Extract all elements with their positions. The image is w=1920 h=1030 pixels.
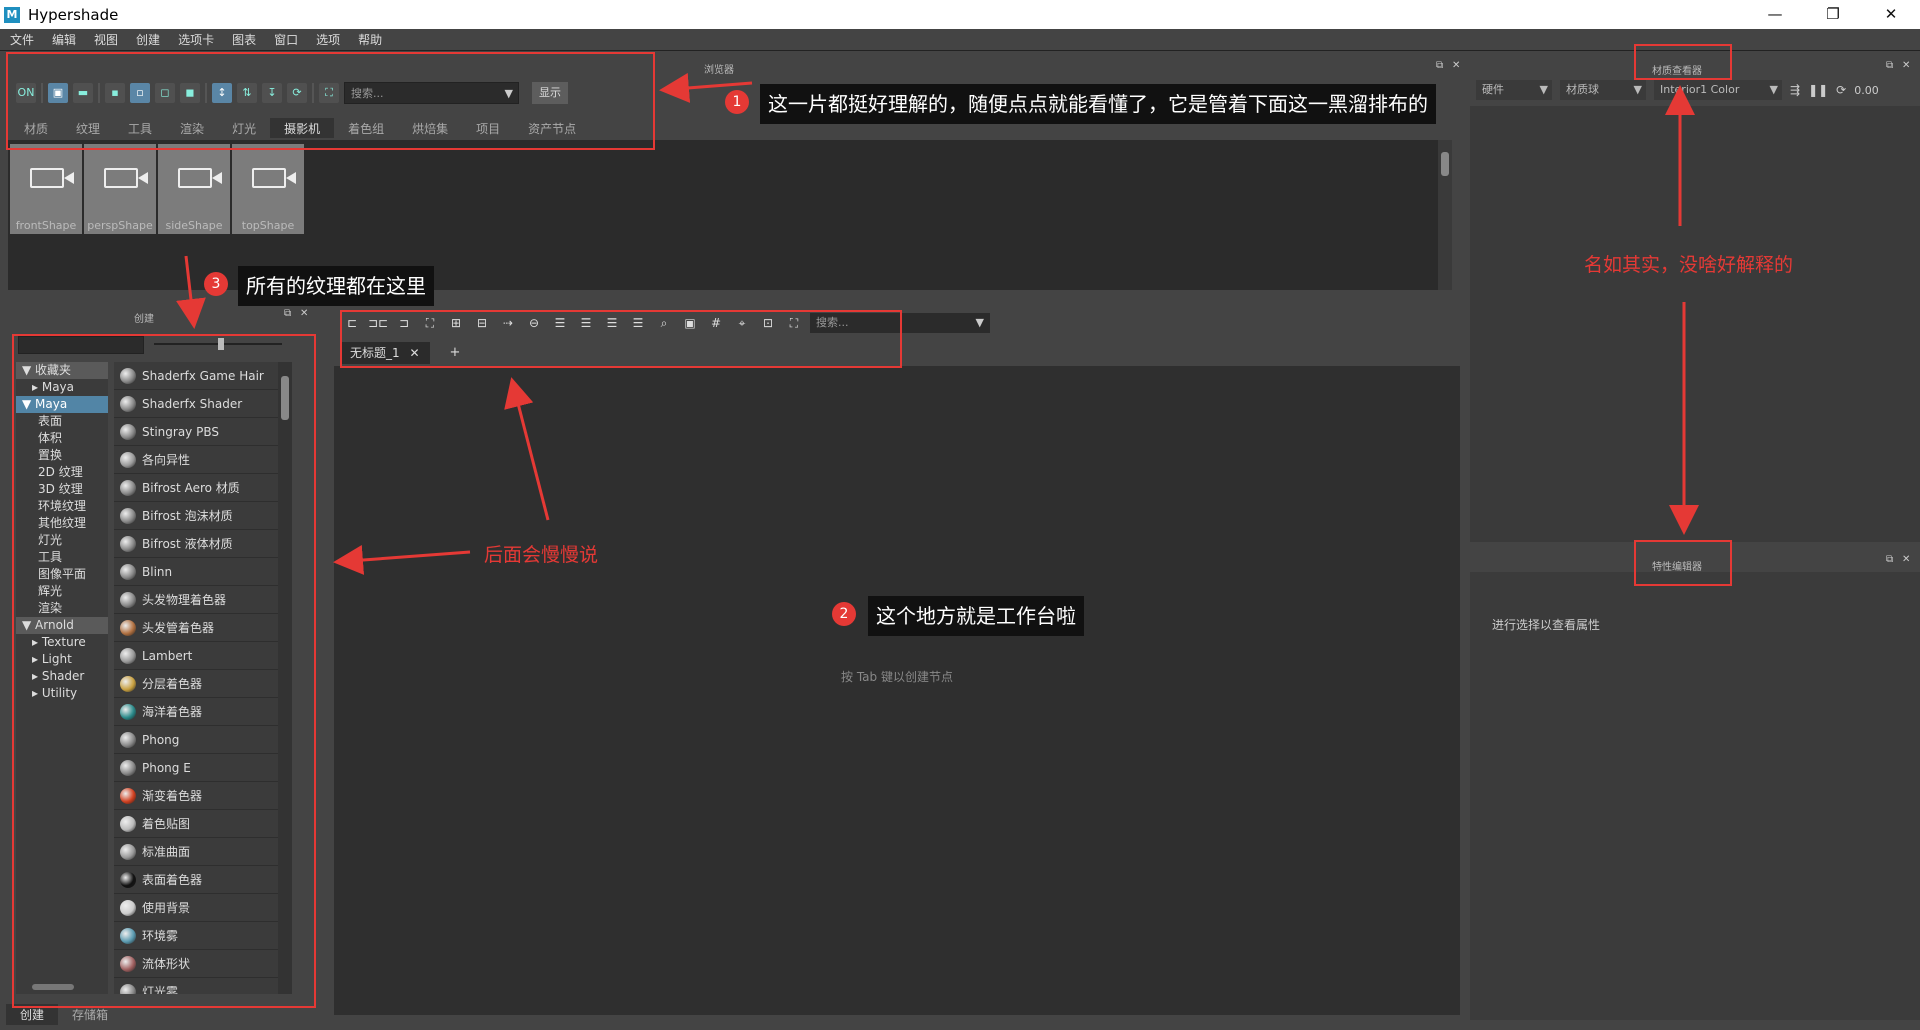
menu-options[interactable]: 选项 — [306, 31, 348, 48]
renderer-dropdown[interactable]: 硬件 ▼ — [1476, 80, 1552, 100]
annotation-badge-1: 1 — [725, 90, 749, 114]
float-panel-icon[interactable]: ⧉ — [1886, 554, 1893, 565]
environment-value: Interior1 Color — [1660, 83, 1740, 96]
chevron-down-icon: ▼ — [1539, 83, 1548, 96]
shape-dropdown[interactable]: 材质球 ▼ — [1560, 80, 1646, 100]
attribute-editor-panel: 特性编辑器 ⧉ ✕ 进行选择以查看属性 — [1470, 550, 1920, 1020]
pause-icon[interactable]: ❚❚ — [1808, 83, 1828, 97]
camera-icon — [252, 168, 286, 188]
annotation-badge-3: 3 — [204, 272, 228, 296]
camera-icon — [30, 168, 64, 188]
annotation-self-explanatory: 名如其实，没啥好解释的 — [1584, 254, 1794, 276]
annotation-box-browser-toolbar — [6, 52, 655, 150]
camera-item-front[interactable]: frontShape — [10, 144, 82, 234]
camera-label: topShape — [241, 219, 295, 232]
maya-app-icon: M — [4, 6, 20, 23]
annotation-note-2: 这个地方就是工作台啦 — [868, 596, 1084, 636]
browser-panel-title: 浏览器 — [704, 65, 734, 76]
camera-label: sideShape — [165, 219, 223, 232]
close-panel-icon[interactable]: ✕ — [1902, 554, 1910, 565]
minimize-button[interactable]: — — [1746, 0, 1804, 29]
create-node-hint: 按 Tab 键以创建节点 — [841, 670, 953, 684]
menu-file[interactable]: 文件 — [0, 31, 42, 48]
menu-edit[interactable]: 编辑 — [42, 31, 84, 48]
close-panel-icon[interactable]: ✕ — [1902, 60, 1910, 71]
workspace-panel: ⊏ ⊐⊏ ⊐ ⛶ ⊞ ⊟ ⇢ ⊖ ☰ ☰ ☰ ☰ ⌕ ▣ # ⌖ ⊡ ⛶ 搜索.… — [330, 300, 1470, 1015]
refresh-icon[interactable]: ⟳ — [1836, 83, 1846, 97]
annotation-box-create-panel — [12, 334, 316, 1008]
camera-item-side[interactable]: sideShape — [158, 144, 230, 234]
camera-label: perspShape — [87, 219, 153, 232]
chevron-down-icon: ▼ — [1769, 83, 1778, 96]
camera-icon — [178, 168, 212, 188]
annotation-box-material-viewer — [1634, 44, 1732, 80]
render-settings-icon[interactable]: ⇶ — [1790, 83, 1800, 97]
menu-bar: 文件 编辑 视图 创建 选项卡 图表 窗口 选项 帮助 — [0, 29, 1920, 51]
menu-tabs[interactable]: 选项卡 — [168, 31, 222, 48]
float-panel-icon[interactable]: ⧉ — [1886, 60, 1893, 71]
annotation-box-attribute-editor — [1634, 540, 1732, 586]
browser-content-area: frontShape perspShape sideShape topShape — [8, 140, 1452, 290]
environment-dropdown[interactable]: Interior1 Color ▼ — [1654, 80, 1782, 100]
shape-value: 材质球 — [1566, 83, 1599, 96]
material-viewer-toolbar: 硬件 ▼ 材质球 ▼ Interior1 Color ▼ ⇶ ❚❚ ⟳ 0.00 — [1476, 80, 1879, 100]
camera-icon — [104, 168, 138, 188]
renderer-value: 硬件 — [1482, 83, 1504, 96]
attribute-editor-body: 进行选择以查看属性 — [1470, 572, 1920, 1020]
annotation-note-3: 所有的纹理都在这里 — [238, 266, 434, 306]
menu-help[interactable]: 帮助 — [348, 31, 390, 48]
camera-grid: frontShape perspShape sideShape topShape — [10, 144, 304, 234]
float-panel-icon[interactable]: ⧉ — [1436, 60, 1443, 71]
chevron-down-icon[interactable]: ▼ — [976, 313, 984, 333]
menu-window[interactable]: 窗口 — [264, 31, 306, 48]
create-panel-title: 创建 — [134, 314, 154, 325]
annotation-badge-2: 2 — [832, 602, 856, 626]
restore-button[interactable]: ❐ — [1804, 0, 1862, 29]
close-panel-icon[interactable]: ✕ — [300, 308, 308, 319]
browser-scrollbar[interactable] — [1438, 140, 1452, 290]
node-editor-canvas[interactable]: 按 Tab 键以创建节点 — [334, 366, 1460, 1015]
annotation-box-workspace-toolbar — [340, 310, 902, 368]
hypershade-window: M Hypershade — ❐ ✕ 文件 编辑 视图 创建 选项卡 图表 窗口… — [0, 0, 1920, 1030]
camera-item-persp[interactable]: perspShape — [84, 144, 156, 234]
material-preview-area[interactable] — [1470, 106, 1920, 542]
annotation-later: 后面会慢慢说 — [484, 544, 599, 566]
exposure-value[interactable]: 0.00 — [1854, 84, 1879, 97]
title-bar: M Hypershade — ❐ ✕ — [0, 0, 1920, 29]
scrollbar-thumb[interactable] — [1441, 152, 1449, 176]
menu-create[interactable]: 创建 — [126, 31, 168, 48]
menu-graph[interactable]: 图表 — [222, 31, 264, 48]
close-button[interactable]: ✕ — [1862, 0, 1920, 29]
material-viewer-panel: 材质查看器 ⧉ ✕ 硬件 ▼ 材质球 ▼ Interior1 Color ▼ ⇶ ❚❚… — [1470, 52, 1920, 547]
annotation-note-1: 这一片都挺好理解的，随便点点就能看懂了，它是管着下面这一黑溜排布的 — [760, 84, 1436, 124]
camera-item-top[interactable]: topShape — [232, 144, 304, 234]
window-title: Hypershade — [28, 5, 119, 24]
close-panel-icon[interactable]: ✕ — [1452, 60, 1460, 71]
chevron-down-icon: ▼ — [1633, 83, 1642, 96]
float-panel-icon[interactable]: ⧉ — [284, 308, 291, 319]
menu-view[interactable]: 视图 — [84, 31, 126, 48]
attribute-editor-message: 进行选择以查看属性 — [1492, 618, 1601, 632]
camera-label: frontShape — [15, 219, 77, 232]
